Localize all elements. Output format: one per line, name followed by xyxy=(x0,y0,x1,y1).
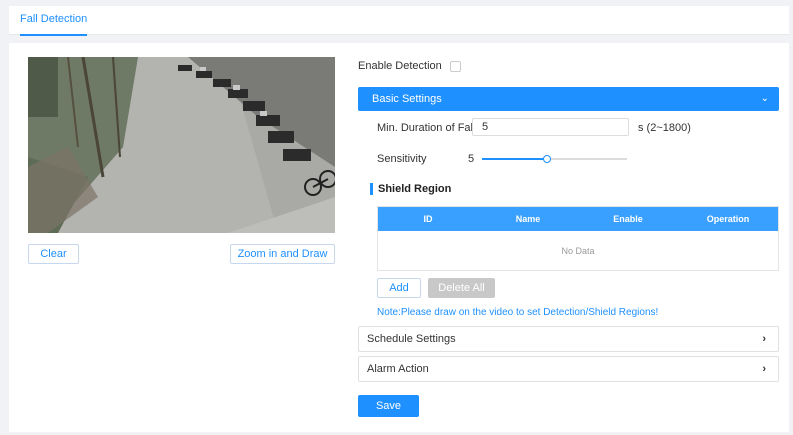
column-header-enable: Enable xyxy=(613,214,643,224)
video-preview[interactable] xyxy=(28,57,335,233)
chevron-right-icon: › xyxy=(762,333,766,345)
tab-fall-detection[interactable]: Fall Detection xyxy=(20,6,88,36)
chevron-right-icon: › xyxy=(762,363,766,375)
column-header-operation: Operation xyxy=(706,214,750,224)
sensitivity-label: Sensitivity xyxy=(377,153,427,165)
clear-button[interactable]: Clear xyxy=(28,244,79,264)
save-button[interactable]: Save xyxy=(358,395,419,417)
settings-panel: Clear Zoom in and Draw Enable Detection … xyxy=(9,43,789,432)
camera-frame-image xyxy=(28,57,335,233)
schedule-settings-header[interactable]: Schedule Settings › xyxy=(358,326,779,352)
delete-all-button[interactable]: Delete All xyxy=(428,278,495,298)
schedule-settings-title: Schedule Settings xyxy=(367,333,456,345)
add-button[interactable]: Add xyxy=(377,278,421,298)
draw-region-note: Note:Please draw on the video to set Det… xyxy=(377,307,659,318)
alarm-action-title: Alarm Action xyxy=(367,363,429,375)
section-accent-bar xyxy=(370,183,373,195)
basic-settings-title: Basic Settings xyxy=(372,93,442,105)
basic-settings-header[interactable]: Basic Settings ⌄ xyxy=(358,87,779,111)
slider-fill xyxy=(482,158,547,160)
min-duration-unit: s (2~1800) xyxy=(638,122,691,134)
tab-active-indicator xyxy=(20,34,88,36)
alarm-action-header[interactable]: Alarm Action › xyxy=(358,356,779,382)
sensitivity-slider[interactable] xyxy=(482,155,627,163)
zoom-draw-button[interactable]: Zoom in and Draw xyxy=(230,244,335,264)
column-header-name: Name xyxy=(515,214,541,224)
table-empty-text: No Data xyxy=(561,246,595,256)
shield-region-title: Shield Region xyxy=(378,183,452,195)
sensitivity-value: 5 xyxy=(468,153,475,165)
chevron-down-icon: ⌄ xyxy=(760,93,769,104)
slider-thumb[interactable] xyxy=(543,155,551,163)
column-header-id: ID xyxy=(423,214,433,224)
min-duration-label: Min. Duration of Fall xyxy=(377,122,476,134)
tab-bar: Fall Detection xyxy=(9,6,789,36)
table-header: ID Name Enable Operation xyxy=(378,207,778,231)
tab-label: Fall Detection xyxy=(20,13,88,25)
shield-region-table: ID Name Enable Operation No Data xyxy=(377,206,779,271)
enable-detection-checkbox[interactable] xyxy=(450,61,461,72)
enable-detection-label: Enable Detection xyxy=(358,60,442,72)
min-duration-input[interactable]: 5 xyxy=(472,118,629,136)
